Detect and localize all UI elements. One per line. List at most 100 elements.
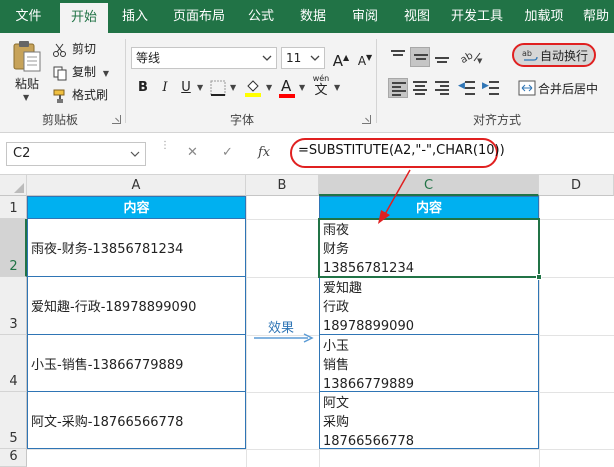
format-painter-button[interactable]: 格式刷 (52, 85, 108, 105)
tab-insert[interactable]: 插入 (112, 0, 158, 33)
column-header-c[interactable]: C (319, 175, 539, 196)
decrease-indent-button[interactable]: ◀ (458, 78, 478, 98)
chevron-down-icon[interactable]: ▼ (299, 83, 305, 92)
fill-color-button[interactable] (244, 78, 262, 101)
chevron-down-icon[interactable] (129, 148, 141, 160)
chevron-down-icon[interactable]: ▼ (334, 83, 340, 92)
chevron-down-icon[interactable] (308, 51, 322, 65)
row-header-3[interactable]: 3 (0, 277, 27, 335)
clipboard-launcher-icon[interactable] (112, 115, 121, 124)
tab-view[interactable]: 视图 (396, 0, 438, 33)
wrap-text-button[interactable]: ab 自动换行 (512, 43, 596, 67)
select-all-icon (14, 183, 24, 193)
tab-home[interactable]: 开始 (60, 3, 108, 33)
copy-button[interactable]: 复制 ▼ (52, 62, 109, 82)
more-dots-icon: ⋮ (160, 140, 170, 151)
result-cell-c4[interactable]: 小玉 销售 13866779889 (319, 335, 539, 392)
tab-developer[interactable]: 开发工具 (446, 0, 508, 33)
result-cell-c5[interactable]: 阿文 采购 18766566778 (319, 392, 539, 449)
font-size-combo[interactable]: 11 (281, 47, 325, 69)
chevron-down-icon[interactable] (260, 51, 274, 65)
name-box-value: C2 (13, 146, 31, 161)
cancel-formula-icon[interactable]: ✕ (187, 145, 198, 160)
arrow-right-icon: ▶ (482, 81, 489, 91)
chevron-down-icon: ▼ (102, 69, 109, 78)
increase-indent-button[interactable]: ▶ (482, 78, 502, 98)
result-line: 采购 (323, 415, 350, 430)
column-header-b[interactable]: B (246, 175, 319, 196)
ribbon-tab-bar: 文件 开始 插入 页面布局 公式 数据 审阅 视图 开发工具 加载项 帮助 (0, 0, 614, 33)
font-size-value: 11 (286, 51, 302, 65)
orientation-button[interactable]: ab ▼ (458, 47, 484, 68)
merge-center-label: 合并后居中 (538, 82, 599, 96)
formula-bar: C2 ⋮ ✕ ✓ fx =SUBSTITUTE(A2,"-",CHAR(10)) (0, 133, 614, 175)
worksheet-grid: A B C D 1 2 3 4 5 6 内容 雨夜-财务-13856781234… (0, 175, 614, 467)
tab-page-layout[interactable]: 页面布局 (166, 0, 232, 33)
font-color-button[interactable]: A (278, 77, 296, 99)
group-separator (376, 39, 377, 123)
result-line: 行政 (323, 300, 350, 315)
tab-addins[interactable]: 加载项 (518, 0, 570, 33)
source-cell-a5[interactable]: 阿文-采购-18766566778 (27, 392, 246, 449)
italic-button[interactable]: I (155, 78, 175, 98)
cut-button[interactable]: 剪切 (52, 39, 96, 59)
row-header-1[interactable]: 1 (0, 196, 27, 219)
name-box[interactable]: C2 (6, 142, 146, 166)
font-name-value: 等线 (136, 51, 161, 65)
confirm-formula-icon[interactable]: ✓ (222, 145, 233, 160)
chevron-down-icon[interactable]: ▼ (266, 83, 272, 92)
column-header-a[interactable]: A (27, 175, 246, 196)
align-right-button[interactable] (432, 78, 452, 98)
annotation-arrow-icon (378, 169, 411, 224)
row-header-4[interactable]: 4 (0, 335, 27, 392)
shrink-font-button[interactable]: A▼ (355, 48, 375, 68)
svg-text:▼: ▼ (477, 57, 483, 65)
phonetic-button[interactable]: wén 文 (310, 74, 332, 100)
align-top-button[interactable] (388, 47, 408, 67)
result-cell-c3[interactable]: 爱知趣 行政 18978899090 (319, 277, 539, 335)
tab-help[interactable]: 帮助 (578, 0, 614, 33)
font-name-combo[interactable]: 等线 (131, 47, 277, 69)
table-header-a[interactable]: 内容 (27, 196, 246, 219)
tab-formulas[interactable]: 公式 (240, 0, 282, 33)
align-bottom-button[interactable] (432, 47, 452, 67)
underline-button[interactable]: U (176, 78, 196, 98)
tab-file[interactable]: 文件 (0, 0, 57, 33)
tab-review[interactable]: 审阅 (344, 0, 386, 33)
chevron-down-icon: ▼ (23, 93, 30, 102)
table-header-c[interactable]: 内容 (319, 196, 539, 219)
align-left-button[interactable] (388, 78, 408, 98)
source-cell-a4[interactable]: 小玉-销售-13866779889 (27, 335, 246, 392)
result-line: 18766566778 (323, 434, 414, 449)
paste-icon (13, 41, 41, 72)
chevron-down-icon[interactable]: ▼ (230, 83, 236, 92)
select-all-corner[interactable] (0, 175, 27, 196)
result-line: 18978899090 (323, 319, 414, 334)
tab-data[interactable]: 数据 (292, 0, 334, 33)
row-header-2[interactable]: 2 (0, 219, 27, 277)
brush-icon (52, 88, 68, 104)
source-cell-a2[interactable]: 雨夜-财务-13856781234 (27, 219, 246, 277)
align-middle-button[interactable] (410, 47, 430, 67)
row-header-6[interactable]: 6 (0, 449, 27, 467)
grow-font-icon: A (332, 52, 344, 70)
row-header-5[interactable]: 5 (0, 392, 27, 449)
source-cell-a3[interactable]: 爱知趣-行政-18978899090 (27, 277, 246, 335)
wrap-text-label: 自动换行 (540, 49, 589, 63)
font-launcher-icon[interactable] (362, 115, 371, 124)
borders-icon (210, 80, 226, 96)
borders-button[interactable] (210, 80, 226, 99)
format-painter-label: 格式刷 (72, 88, 109, 102)
column-header-d[interactable]: D (539, 175, 614, 196)
align-center-button[interactable] (410, 78, 430, 98)
grow-font-button[interactable]: A▲ (331, 48, 351, 70)
result-line: 阿文 (323, 396, 350, 411)
merge-center-button[interactable]: 合并后居中 (514, 78, 614, 98)
insert-function-icon[interactable]: fx (258, 145, 270, 160)
chevron-down-icon[interactable]: ▼ (197, 83, 203, 92)
formula-input[interactable]: =SUBSTITUTE(A2,"-",CHAR(10)) (298, 143, 505, 158)
bold-button[interactable]: B (133, 78, 153, 98)
paste-button[interactable]: 粘贴 ▼ (8, 39, 46, 102)
fill-handle[interactable] (536, 274, 542, 280)
clipboard-group-label: 剪贴板 (41, 113, 78, 127)
